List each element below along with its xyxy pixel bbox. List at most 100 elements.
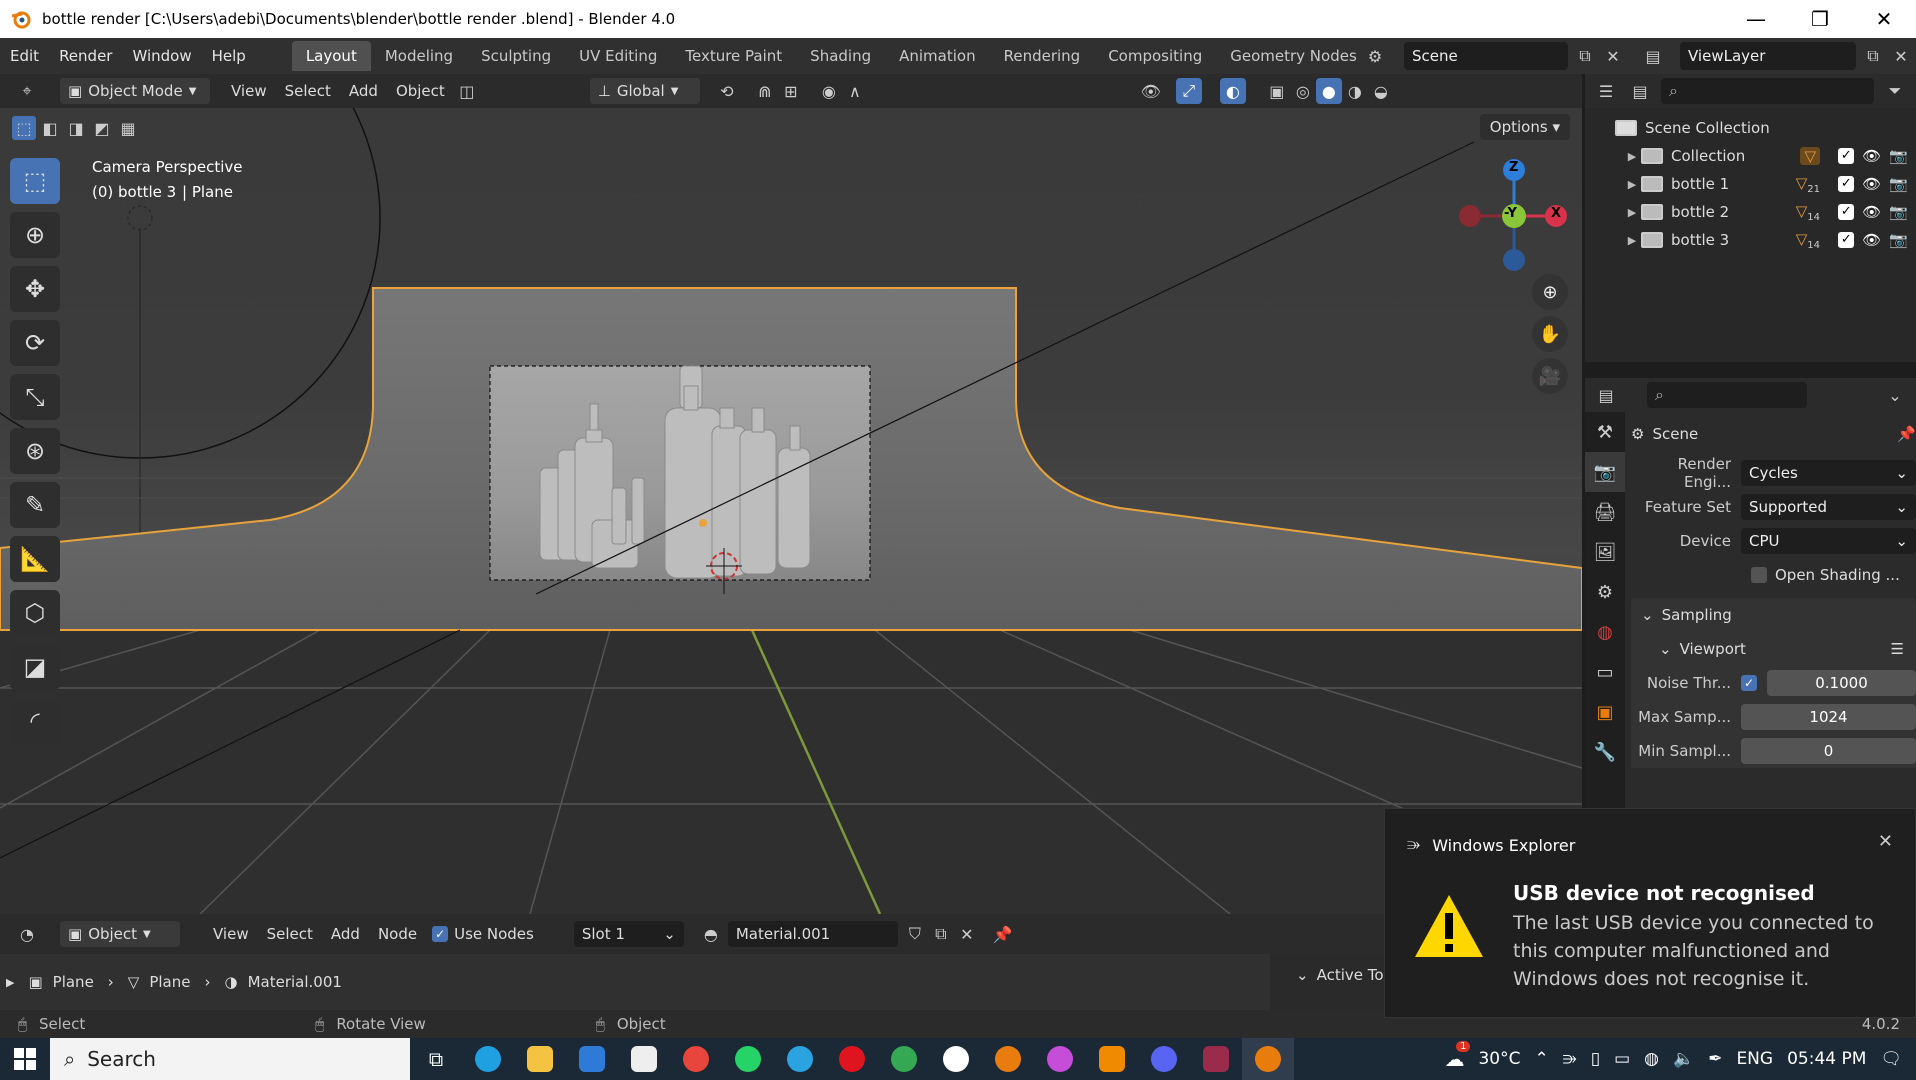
transform-pivot-icon[interactable]: ◫ xyxy=(454,78,480,104)
material-browse-icon[interactable]: ◓ xyxy=(698,921,724,947)
language[interactable]: ENG xyxy=(1736,1049,1773,1069)
sampling-section-header[interactable]: ⌄ Sampling xyxy=(1631,598,1916,632)
max-samples-field[interactable]: 1024 xyxy=(1741,704,1916,730)
outliner-editor-icon[interactable]: ☰ xyxy=(1593,78,1619,104)
app-icon-1[interactable] xyxy=(618,1038,670,1080)
pin-icon[interactable]: 📌 xyxy=(990,921,1016,947)
visibility-icon[interactable]: 👁 xyxy=(1138,78,1164,104)
expand-arrow-icon[interactable]: ▶ xyxy=(1623,178,1641,191)
eye-icon[interactable]: 👁 xyxy=(1862,175,1881,193)
menu-render[interactable]: Render xyxy=(49,38,122,74)
scale-tool[interactable]: ⤡ xyxy=(10,374,60,420)
measure-tool[interactable]: 📐 xyxy=(10,536,60,582)
menu-add[interactable]: Add xyxy=(340,74,387,108)
add-cube-tool[interactable]: ⬡ xyxy=(10,590,60,636)
select-new-icon[interactable]: ⬚ xyxy=(12,116,36,140)
render-tab-icon[interactable]: 📷 xyxy=(1585,452,1625,492)
blender-active-icon[interactable] xyxy=(1242,1038,1294,1080)
outliner-item-collection[interactable]: ▶ Collection ▽ ✓ 👁 📷 xyxy=(1585,142,1916,170)
app-icon-2[interactable] xyxy=(1034,1038,1086,1080)
rendered-shading-icon[interactable]: ◒ xyxy=(1368,78,1394,104)
snap-icon[interactable]: ⋒ xyxy=(752,78,778,104)
close-icon[interactable]: ✕ xyxy=(1852,0,1916,38)
chrome-icon[interactable] xyxy=(670,1038,722,1080)
tab-shading[interactable]: Shading xyxy=(796,41,885,71)
pin-icon[interactable]: 📌 xyxy=(1897,425,1916,443)
taskbar-search-input[interactable]: ⌕ Search xyxy=(50,1038,410,1080)
annotate-tool[interactable]: ✎ xyxy=(10,482,60,528)
proportional-edit-icon[interactable]: ◉ xyxy=(816,78,842,104)
edge-icon[interactable] xyxy=(462,1038,514,1080)
falloff-icon[interactable]: ∧ xyxy=(842,78,868,104)
outliner-item-bottle-2[interactable]: ▶ bottle 2 ▽14 ✓ 👁 📷 xyxy=(1585,198,1916,226)
chevron-up-icon[interactable]: ⌃ xyxy=(1534,1049,1548,1069)
exclude-checkbox[interactable]: ✓ xyxy=(1838,204,1855,220)
min-samples-field[interactable]: 0 xyxy=(1741,738,1916,764)
select-intersect-icon[interactable]: ▦ xyxy=(116,116,140,140)
solid-shading-icon[interactable]: ● xyxy=(1315,78,1342,104)
media-player-icon[interactable] xyxy=(930,1038,982,1080)
pan-hand-icon[interactable]: ✋ xyxy=(1532,316,1568,352)
scene-tab-icon[interactable]: ⚙ xyxy=(1585,572,1625,612)
whatsapp-icon[interactable] xyxy=(722,1038,774,1080)
shader-menu-node[interactable]: Node xyxy=(369,917,426,951)
zoom-icon[interactable]: ⊕ xyxy=(1532,274,1568,310)
overlay-icon[interactable]: ◐ xyxy=(1219,78,1246,104)
menu-help[interactable]: Help xyxy=(202,38,256,74)
eye-icon[interactable]: 👁 xyxy=(1862,203,1881,221)
outliner-search-input[interactable]: ⌕ xyxy=(1661,78,1874,104)
minimize-icon[interactable]: — xyxy=(1724,0,1788,38)
render-engine-dropdown[interactable]: Cycles ⌄ xyxy=(1741,460,1916,486)
snap-target-icon[interactable]: ⊞ xyxy=(778,78,804,104)
store-icon[interactable] xyxy=(566,1038,618,1080)
menu-view[interactable]: View xyxy=(222,74,276,108)
delete-scene-icon[interactable]: ✕ xyxy=(1600,43,1626,69)
blender-taskbar-icon[interactable] xyxy=(982,1038,1034,1080)
feature-set-dropdown[interactable]: Supported ⌄ xyxy=(1741,494,1916,520)
slot-dropdown[interactable]: Slot 1 ⌄ xyxy=(573,921,684,947)
active-tool-panel[interactable]: ⌄ Active To xyxy=(1270,954,1390,1010)
clock[interactable]: 05:44 PM xyxy=(1787,1049,1866,1069)
eye-icon[interactable]: 👁 xyxy=(1862,231,1881,249)
eye-icon[interactable]: 👁 xyxy=(1862,147,1881,165)
tab-uv-editing[interactable]: UV Editing xyxy=(565,41,671,71)
tab-rendering[interactable]: Rendering xyxy=(990,41,1095,71)
outliner-item-bottle-3[interactable]: ▶ bottle 3 ▽14 ✓ 👁 📷 xyxy=(1585,226,1916,254)
unlink-material-icon[interactable]: ✕ xyxy=(954,921,980,947)
output-tab-icon[interactable]: 🖨 xyxy=(1585,492,1625,532)
noise-threshold-checkbox[interactable]: ✓ xyxy=(1741,675,1757,691)
tab-layout[interactable]: Layout xyxy=(291,41,371,71)
cursor-tool[interactable]: ⊕ xyxy=(10,212,60,258)
pivot-icon[interactable]: ⟲ xyxy=(714,78,740,104)
shader-menu-select[interactable]: Select xyxy=(258,917,322,951)
shader-editor-type-icon[interactable]: ◔ xyxy=(14,921,40,947)
outliner-item-bottle-1[interactable]: ▶ bottle 1 ▽21 ✓ 👁 📷 xyxy=(1585,170,1916,198)
material-shading-icon[interactable]: ◑ xyxy=(1342,78,1368,104)
duplicate-material-icon[interactable]: ⧉ xyxy=(928,921,954,947)
use-nodes-checkbox[interactable]: ✓ xyxy=(432,926,449,942)
noise-threshold-field[interactable]: 0.1000 xyxy=(1767,670,1916,696)
modifier-tab-icon[interactable]: 🔧 xyxy=(1585,732,1625,772)
camera-icon[interactable]: 📷 xyxy=(1889,231,1908,249)
winrar-icon[interactable] xyxy=(1190,1038,1242,1080)
chevron-down-icon[interactable]: ⌄ xyxy=(1882,382,1908,408)
rotate-tool[interactable]: ⟳ xyxy=(10,320,60,366)
file-explorer-icon[interactable] xyxy=(514,1038,566,1080)
expand-arrow-icon[interactable]: ▶ xyxy=(1623,150,1641,163)
start-button[interactable] xyxy=(0,1038,50,1080)
phone-icon[interactable]: ▯ xyxy=(1591,1049,1600,1069)
network-globe-icon[interactable]: ◍ xyxy=(1644,1049,1659,1069)
transform-orientation-dropdown[interactable]: ⊥ Global ▼ xyxy=(589,78,700,104)
vlc-icon[interactable] xyxy=(1086,1038,1138,1080)
menu-object[interactable]: Object xyxy=(387,74,454,108)
select-subtract-icon[interactable]: ◨ xyxy=(64,116,88,140)
select-invert-icon[interactable]: ◩ xyxy=(90,116,114,140)
discord-icon[interactable] xyxy=(1138,1038,1190,1080)
extra-tool-2[interactable]: ◜ xyxy=(10,698,60,744)
telegram-icon[interactable] xyxy=(774,1038,826,1080)
transform-tool[interactable]: ⊛ xyxy=(10,428,60,474)
tab-geometry-nodes[interactable]: Geometry Nodes xyxy=(1216,41,1371,71)
tab-modeling[interactable]: Modeling xyxy=(371,41,467,71)
exclude-checkbox[interactable]: ✓ xyxy=(1838,148,1855,164)
shader-menu-add[interactable]: Add xyxy=(322,917,369,951)
